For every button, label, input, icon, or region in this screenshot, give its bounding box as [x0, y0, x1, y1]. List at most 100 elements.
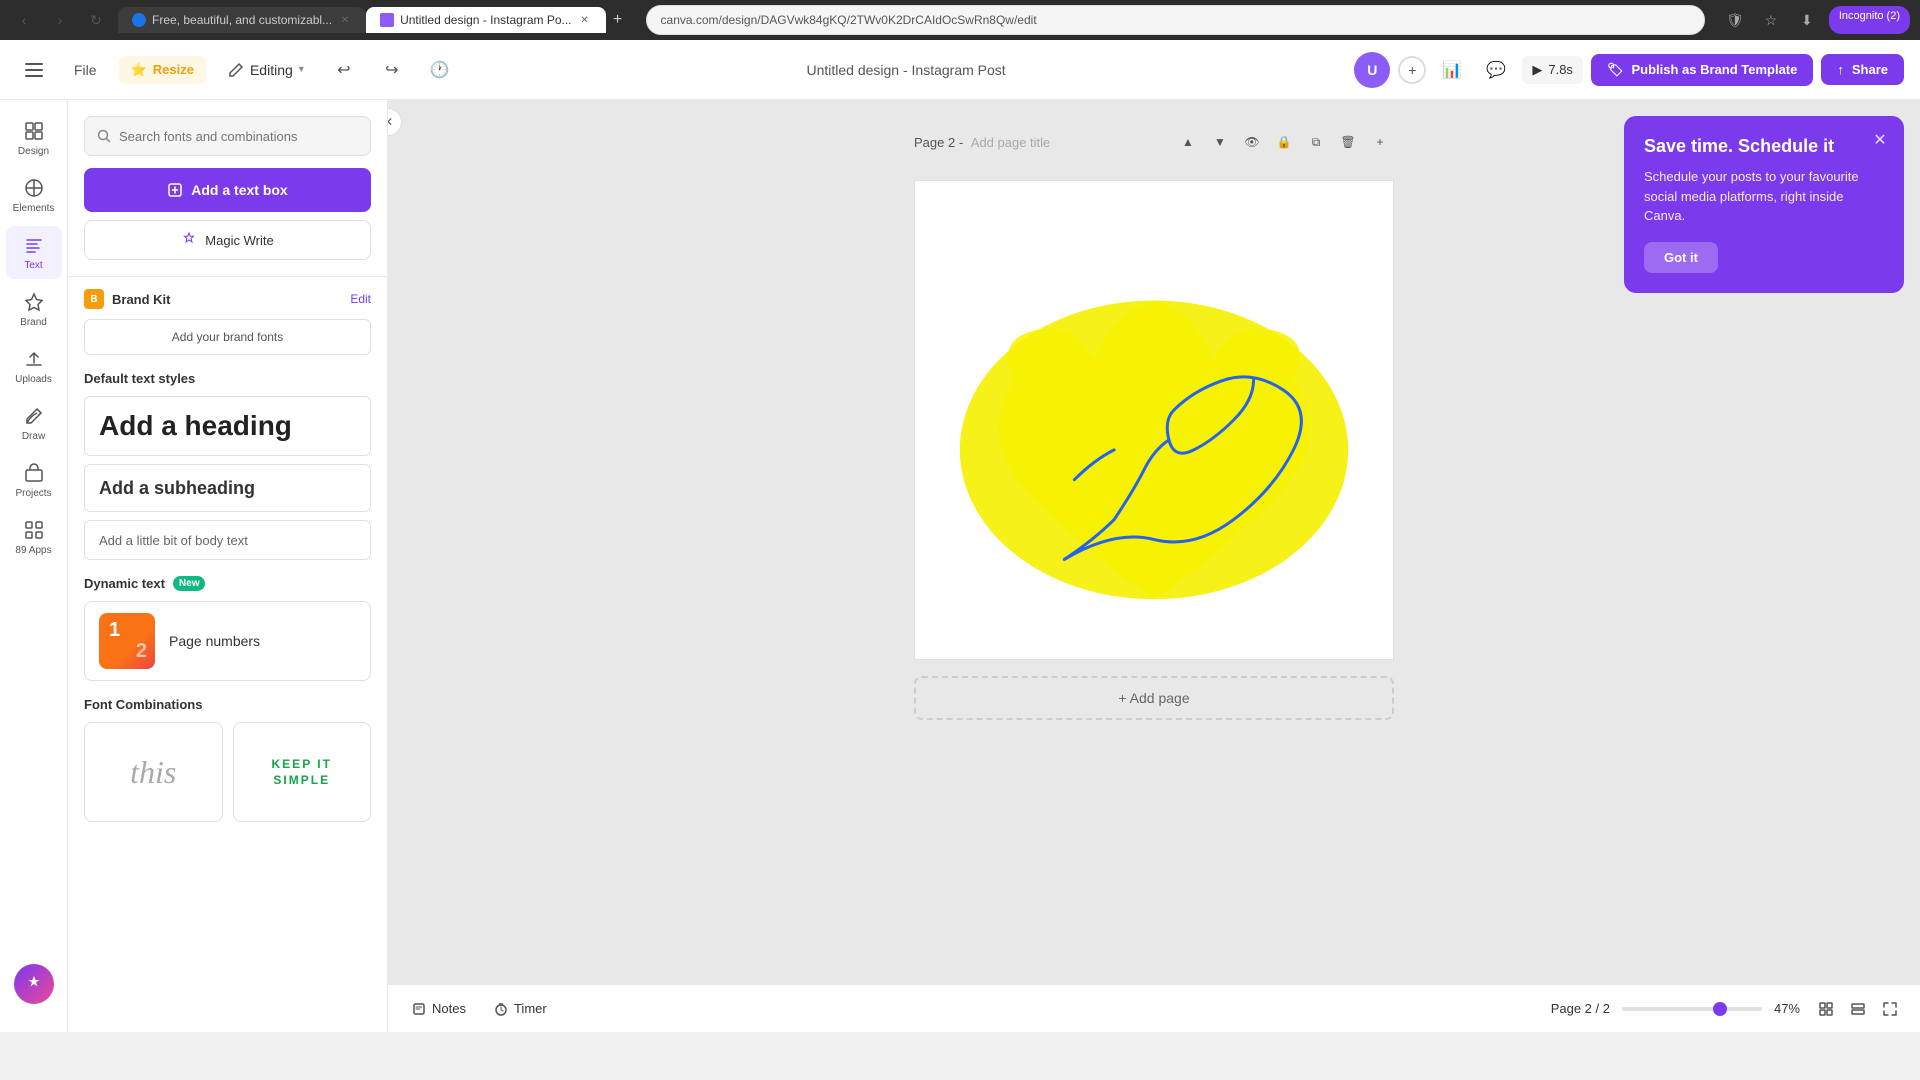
brand-kit-edit-button[interactable]: Edit	[350, 292, 371, 306]
canvas-area: ✕ Page 2 - Add page title ▲ ▼ 👁 🔒 ⧉ 🗑 +	[388, 100, 1920, 1032]
sidebar-item-uploads[interactable]: Uploads	[6, 340, 62, 393]
sidebar-item-projects[interactable]: Projects	[6, 454, 62, 507]
add-page-button[interactable]: + Add page	[914, 676, 1394, 720]
page-2-header: Page 2 - Add page title ▲ ▼ 👁 🔒 ⧉ 🗑 +	[914, 120, 1394, 164]
page-delete-button[interactable]: 🗑	[1334, 128, 1362, 156]
file-menu-button[interactable]: File	[64, 56, 107, 84]
tab1-close[interactable]: ✕	[338, 13, 352, 27]
page-num-digit-2: 2	[136, 640, 147, 663]
editing-mode-button[interactable]: Editing ▾	[218, 56, 314, 84]
heading-style-button[interactable]: Add a heading	[84, 396, 371, 456]
add-brand-fonts-button[interactable]: Add your brand fonts	[84, 319, 371, 355]
page-view-button[interactable]: 👁	[1238, 128, 1266, 156]
tab1-label: Free, beautiful, and customizabl...	[152, 13, 332, 27]
grid-view-icon	[1818, 1001, 1834, 1017]
search-input[interactable]	[119, 129, 358, 144]
extensions-btn[interactable]: 🛡	[1721, 6, 1749, 34]
incognito-indicator: Incognito (2)	[1829, 6, 1910, 34]
download-btn[interactable]: ⬇	[1793, 6, 1821, 34]
zoom-percentage: 47%	[1774, 1001, 1800, 1016]
bookmark-btn[interactable]: ☆	[1757, 6, 1785, 34]
font-combinations-grid: this keep it SIMPLE	[84, 722, 371, 822]
share-label: Share	[1852, 62, 1888, 77]
hamburger-icon	[25, 63, 43, 77]
notes-button[interactable]: Notes	[404, 997, 474, 1020]
zoom-control	[1622, 1007, 1762, 1011]
font-combo-card-2[interactable]: keep it SIMPLE	[233, 722, 372, 822]
magic-write-button[interactable]: Magic Write	[84, 220, 371, 260]
fullscreen-button[interactable]	[1876, 995, 1904, 1023]
page-numbers-card[interactable]: 1 2 Page numbers	[84, 601, 371, 681]
sidebar-item-design[interactable]: Design	[6, 112, 62, 165]
page-2-label: Page 2 - Add page title	[914, 135, 1050, 150]
schedule-popup-close-button[interactable]: ✕	[1868, 128, 1892, 152]
list-view-button[interactable]	[1844, 995, 1872, 1023]
magic-button[interactable]	[14, 964, 54, 1004]
publish-icon: 🏷	[1607, 62, 1624, 78]
add-text-box-button[interactable]: Add a text box	[84, 168, 371, 212]
add-collaborator-button[interactable]: +	[1398, 56, 1426, 84]
history-button[interactable]: 🕐	[422, 52, 458, 88]
publish-label: Publish as Brand Template	[1631, 62, 1797, 77]
user-avatar[interactable]: U	[1354, 52, 1390, 88]
preview-timer-button[interactable]: ▶ 7.8s	[1522, 56, 1583, 84]
page-numbers-icon: 1 2	[99, 613, 155, 669]
new-tab-button[interactable]: +	[606, 8, 630, 32]
toolbar-actions: U + 📊 💬 ▶ 7.8s 🏷 Publish as Brand Templa…	[1354, 52, 1904, 88]
zoom-thumb[interactable]	[1713, 1002, 1727, 1016]
body-style-button[interactable]: Add a little bit of body text	[84, 520, 371, 560]
font-combo-2-line2: SIMPLE	[273, 773, 330, 787]
sidebar-draw-label: Draw	[22, 431, 45, 442]
back-btn[interactable]: ‹	[10, 6, 38, 34]
timer-icon	[494, 1002, 508, 1016]
sidebar-brand-label: Brand	[20, 317, 47, 328]
uploads-icon	[23, 348, 45, 370]
page-duplicate-button[interactable]: ⧉	[1302, 128, 1330, 156]
sidebar-item-apps[interactable]: 89 Apps	[6, 511, 62, 564]
page-more-button[interactable]: +	[1366, 128, 1394, 156]
reload-btn[interactable]: ↻	[82, 6, 110, 34]
redo-button[interactable]: ↪	[374, 52, 410, 88]
page-up-button[interactable]: ▲	[1174, 128, 1202, 156]
page-2-title-placeholder[interactable]: Add page title	[971, 135, 1051, 150]
sidebar-item-brand[interactable]: Brand	[6, 283, 62, 336]
magic-wand-icon	[24, 974, 44, 994]
subheading-style-button[interactable]: Add a subheading	[84, 464, 371, 512]
comments-button[interactable]: 💬	[1478, 52, 1514, 88]
font-combo-1-text: this	[130, 754, 176, 791]
resize-button[interactable]: ⭐ Resize	[119, 56, 206, 84]
forward-btn[interactable]: ›	[46, 6, 74, 34]
sidebar-item-text[interactable]: Text	[6, 226, 62, 279]
canvas-page-2[interactable]	[914, 180, 1394, 660]
search-bar[interactable]	[84, 116, 371, 156]
grid-view-button[interactable]	[1812, 995, 1840, 1023]
page-lock-button[interactable]: 🔒	[1270, 128, 1298, 156]
page-indicator: Page 2 / 2	[1551, 1001, 1610, 1016]
font-combo-card-1[interactable]: this	[84, 722, 223, 822]
analytics-button[interactable]: 📊	[1434, 52, 1470, 88]
got-it-button[interactable]: Got it	[1644, 242, 1718, 273]
projects-icon	[23, 462, 45, 484]
timer-button[interactable]: Timer	[486, 997, 555, 1020]
canvas-bottom-bar: Notes Timer Page 2 / 2 47%	[388, 984, 1920, 1032]
url-bar[interactable]: canva.com/design/DAGVwk84gKQ/2TWv0K2DrCA…	[646, 5, 1705, 35]
add-brand-fonts-label: Add your brand fonts	[172, 330, 283, 344]
sidebar-item-draw[interactable]: Draw	[6, 397, 62, 450]
menu-button[interactable]	[16, 52, 52, 88]
zoom-slider[interactable]	[1622, 1007, 1762, 1011]
tab2-close[interactable]: ✕	[578, 13, 592, 27]
app-toolbar: File ⭐ Resize Editing ▾ ↩ ↪ 🕐 Untitled d…	[0, 40, 1920, 100]
share-button[interactable]: ↑ Share	[1821, 54, 1904, 85]
editing-chevron-icon: ▾	[299, 64, 304, 75]
sidebar-elements-label: Elements	[13, 203, 55, 214]
tab-2[interactable]: Untitled design - Instagram Po... ✕	[366, 7, 605, 33]
font-combinations-title: Font Combinations	[84, 697, 371, 712]
publish-brand-template-button[interactable]: 🏷 Publish as Brand Template	[1591, 54, 1813, 86]
undo-button[interactable]: ↩	[326, 52, 362, 88]
brand-kit-icon: B	[84, 289, 104, 309]
sidebar-item-elements[interactable]: Elements	[6, 169, 62, 222]
page-down-button[interactable]: ▼	[1206, 128, 1234, 156]
tab2-label: Untitled design - Instagram Po...	[400, 13, 571, 27]
subheading-style-label: Add a subheading	[99, 478, 255, 499]
tab-1[interactable]: Free, beautiful, and customizabl... ✕	[118, 7, 366, 33]
